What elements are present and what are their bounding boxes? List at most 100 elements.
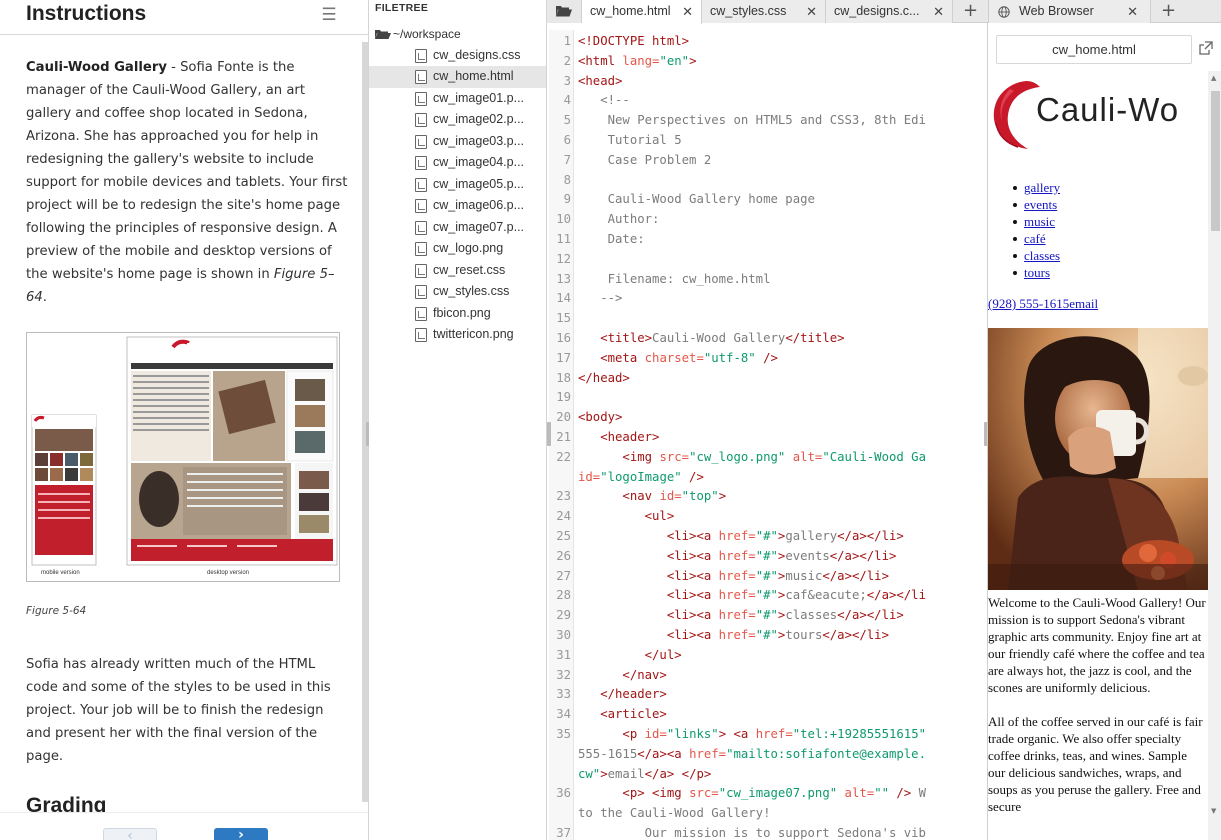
code-token: </a> </p> xyxy=(644,766,712,781)
file-icon xyxy=(415,70,427,84)
filetree-item[interactable]: cw_designs.css xyxy=(369,45,546,67)
instructions-intro: Cauli-Wood Gallery - Sofia Fonte is the … xyxy=(26,56,348,309)
external-link-icon[interactable] xyxy=(1199,41,1213,55)
filetree-item-label: cw_image02.p... xyxy=(433,112,525,126)
code-line: 555-1615</a><a href="mailto:sofiafonte@e… xyxy=(578,745,926,765)
phone-link[interactable]: (928) 555-1615 xyxy=(988,296,1069,311)
figure-desktop-label: desktop version xyxy=(207,570,250,576)
browser-scrollbar[interactable]: ▲ ▼ xyxy=(1208,71,1221,840)
next-page-button[interactable]: › xyxy=(214,828,268,840)
filetree-item[interactable]: cw_styles.css xyxy=(369,281,546,303)
add-tab-button[interactable]: + xyxy=(1151,0,1186,23)
code-line: Case Problem 2 xyxy=(578,151,712,171)
instructions-panel: Instructions ☰ Cauli-Wood Gallery - Sofi… xyxy=(0,0,369,840)
line-number: 17 xyxy=(556,350,571,365)
code-token: to the Cauli-Wood Gallery! xyxy=(578,806,771,821)
filetree-item[interactable]: twittericon.png xyxy=(369,324,546,346)
code-line: <p> <img src="cw_image07.png" alt="" /> … xyxy=(578,784,926,804)
code-token: "links" xyxy=(666,727,719,741)
code-token: lang= xyxy=(622,53,660,68)
filetree-item[interactable]: cw_image04.p... xyxy=(369,152,546,174)
panel-resize-handle[interactable] xyxy=(547,422,551,446)
scroll-up-arrow-icon[interactable]: ▲ xyxy=(1211,74,1216,82)
tab-cw-styles-css[interactable]: cw_styles.css ✕ xyxy=(702,0,826,23)
filetree-item-label: cw_logo.png xyxy=(433,241,504,255)
code-line: <head> xyxy=(578,72,622,92)
code-line: <li><a href="#">caf&eacute;</a></li xyxy=(578,586,926,606)
code-token: </a></li> xyxy=(837,529,904,543)
filetree-item[interactable]: cw_image06.p... xyxy=(369,195,546,217)
code-token: events xyxy=(785,548,830,563)
line-number: 13 xyxy=(556,271,571,286)
code-token: </nav> xyxy=(578,667,667,682)
filetree-item[interactable]: cw_image01.p... xyxy=(369,88,546,110)
add-tab-button[interactable]: + xyxy=(953,0,988,23)
hamburger-menu-icon[interactable]: ☰ xyxy=(321,7,337,24)
code-token: <!DOCTYPE html> xyxy=(578,34,690,48)
code-token: <article> xyxy=(578,707,667,722)
line-number: 30 xyxy=(556,628,571,642)
site-logo: Cauli-Wo xyxy=(988,75,1208,153)
filetree-item[interactable]: cw_image03.p... xyxy=(369,131,546,153)
site-nav-link[interactable]: tours xyxy=(1024,265,1050,280)
code-token: <li><a xyxy=(578,568,719,583)
site-nav-link[interactable]: café xyxy=(1024,231,1046,246)
browser-scrollbar-thumb[interactable] xyxy=(1211,91,1220,231)
code-token: "cw_logo.png" xyxy=(689,449,786,464)
line-number: 1 xyxy=(563,34,571,48)
site-nav-item: gallery xyxy=(988,179,1060,196)
site-nav-link[interactable]: events xyxy=(1024,197,1057,212)
line-number: 29 xyxy=(556,608,571,623)
file-icon xyxy=(415,113,427,127)
filetree-item[interactable]: cw_reset.css xyxy=(369,260,546,282)
code-line: to the Cauli-Wood Gallery! xyxy=(578,804,771,824)
line-number: 36 xyxy=(556,786,571,801)
file-browser-toggle[interactable] xyxy=(547,0,582,23)
figure-5-64-image: mobile version desktop version xyxy=(26,332,340,582)
close-icon[interactable]: ✕ xyxy=(1127,0,1138,23)
code-token: href= xyxy=(718,529,756,543)
email-link[interactable]: email xyxy=(1069,296,1098,311)
close-icon[interactable]: ✕ xyxy=(933,0,944,23)
code-token: --> xyxy=(578,291,623,306)
code-line: <li><a href="#">events</a></li> xyxy=(578,547,897,567)
code-token: <li><a xyxy=(578,529,719,543)
filetree-item[interactable]: cw_image02.p... xyxy=(369,109,546,131)
filetree-item[interactable]: fbicon.png xyxy=(369,303,546,325)
code-token: > xyxy=(718,489,727,504)
url-bar[interactable]: cw_home.html xyxy=(996,35,1192,64)
tab-cw-home-html[interactable]: cw_home.html ✕ xyxy=(582,0,702,24)
code-token: id= xyxy=(644,727,667,741)
site-nav-link[interactable]: gallery xyxy=(1024,180,1060,195)
code-token: Cauli-Wood Gallery xyxy=(652,331,786,345)
filetree-item[interactable]: cw_image07.p... xyxy=(369,217,546,239)
code-token: alt= xyxy=(785,449,823,464)
code-token: </ul> xyxy=(578,647,682,662)
filetree-item[interactable]: cw_logo.png xyxy=(369,238,546,260)
filetree-root-folder[interactable]: ~/workspace xyxy=(375,26,461,42)
tab-cw-designs-css[interactable]: cw_designs.c... ✕ xyxy=(826,0,953,23)
filetree-item[interactable]: cw_home.html xyxy=(369,66,546,88)
line-number: 35 xyxy=(556,727,571,741)
gallery-photo xyxy=(988,328,1208,590)
line-number: 2 xyxy=(563,53,571,68)
previous-page-button[interactable]: ‹ xyxy=(103,828,157,840)
tab-web-browser[interactable]: Web Browser ✕ xyxy=(988,0,1151,23)
filetree-item[interactable]: cw_image05.p... xyxy=(369,174,546,196)
intro-paragraph: Cauli-Wood Gallery - Sofia Fonte is the … xyxy=(26,56,348,309)
filetree-item-label: cw_image06.p... xyxy=(433,198,525,212)
browser-viewport: Cauli-Wo gallery events music café classes to… xyxy=(988,71,1208,840)
site-nav-link[interactable]: music xyxy=(1024,214,1055,229)
site-nav-item: events xyxy=(988,196,1060,213)
scroll-down-arrow-icon[interactable]: ▼ xyxy=(1211,807,1216,815)
site-nav-item: classes xyxy=(988,247,1060,264)
close-icon[interactable]: ✕ xyxy=(682,0,693,23)
code-token: href= xyxy=(755,727,793,741)
close-icon[interactable]: ✕ xyxy=(806,0,817,23)
site-nav-link[interactable]: classes xyxy=(1024,248,1060,263)
file-icon xyxy=(415,177,427,192)
code-token: <body> xyxy=(578,410,623,425)
instructions-footer: ‹ › xyxy=(0,812,368,840)
code-editor[interactable]: 1 2 3 4 5 6 7 8 9 10 11 12 13 14 15 16 17 18 19 20 21 22 23 24 2… xyxy=(549,30,981,840)
code-token: Filename: cw_home.html xyxy=(578,271,771,286)
